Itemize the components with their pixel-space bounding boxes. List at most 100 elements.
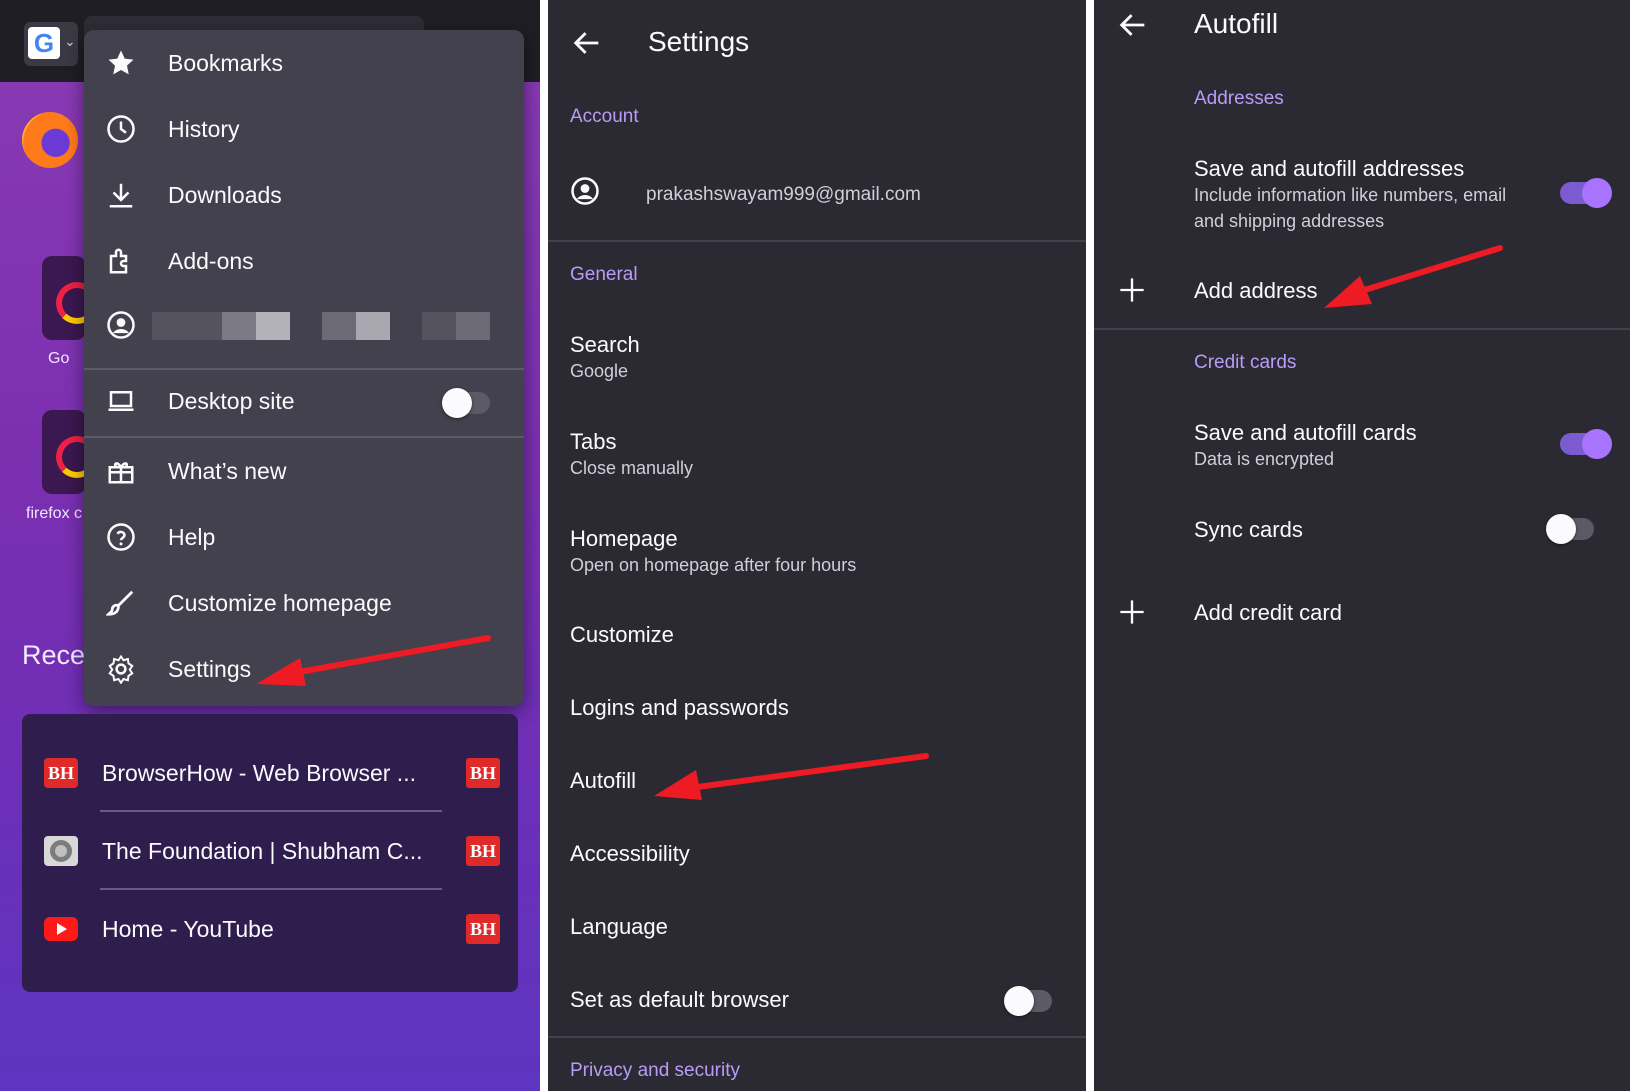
plus-icon	[1120, 600, 1144, 624]
google-icon: G	[28, 27, 60, 59]
autofill-panel: Autofill Addresses Save and autofill add…	[1094, 0, 1630, 1091]
back-arrow-icon[interactable]	[1116, 8, 1150, 42]
save-addresses-subtitle-line2: and shipping addresses	[1194, 211, 1385, 231]
menu-divider	[84, 436, 524, 438]
save-autofill-addresses[interactable]: Save and autofill addresses	[1194, 156, 1464, 182]
chevron-down-icon: ⌄	[64, 33, 76, 49]
add-credit-card-row[interactable]: Add credit card	[1094, 584, 1630, 644]
menu-item-label: Add-ons	[168, 248, 254, 274]
menu-item-history[interactable]: History	[84, 98, 524, 158]
section-divider	[1094, 328, 1630, 330]
search-engine-selector[interactable]: G ⌄	[24, 22, 78, 66]
menu-item-bookmarks[interactable]: Bookmarks	[84, 32, 524, 92]
laptop-icon	[108, 391, 134, 411]
section-header-credit-cards: Credit cards	[1194, 352, 1297, 373]
settings-item-tabs[interactable]: Tabs	[570, 429, 616, 455]
plus-icon	[1120, 278, 1144, 302]
recent-item-title: BrowserHow - Web Browser ...	[102, 760, 416, 786]
account-row[interactable]: prakashswayam999@gmail.com	[548, 160, 1086, 230]
gift-icon	[108, 462, 134, 484]
main-menu: Bookmarks History Downloads Add-ons Desk…	[84, 30, 524, 706]
browserhow-badge-icon: BH	[466, 758, 500, 788]
red-annotation-arrow	[256, 635, 491, 686]
menu-item-downloads[interactable]: Downloads	[84, 164, 524, 224]
back-arrow-icon[interactable]	[570, 26, 604, 60]
browserhow-badge-icon: BH	[466, 914, 500, 944]
clock-icon	[107, 115, 135, 143]
settings-item-subtitle: Google	[570, 361, 629, 381]
redacted-account-name	[152, 312, 494, 340]
settings-item-customize[interactable]: Customize	[570, 622, 674, 648]
recent-item-title: Home - YouTube	[102, 916, 274, 942]
add-credit-card-label: Add credit card	[1194, 600, 1342, 625]
account-email: prakashswayam999@gmail.com	[646, 184, 921, 205]
save-cards-toggle[interactable]	[1560, 429, 1612, 459]
page-title: Settings	[648, 26, 750, 57]
section-divider	[548, 1036, 1086, 1038]
settings-item-default-browser[interactable]: Set as default browser	[570, 987, 789, 1013]
sync-cards-toggle[interactable]	[1546, 514, 1594, 544]
firefox-logo-icon	[22, 112, 78, 168]
settings-item-homepage[interactable]: Homepage	[570, 526, 678, 552]
menu-item-account[interactable]	[84, 294, 524, 354]
desktop-site-toggle[interactable]	[442, 388, 490, 418]
section-divider	[548, 240, 1086, 242]
menu-item-label: Desktop site	[168, 388, 295, 414]
save-addresses-toggle[interactable]	[1560, 178, 1612, 208]
list-divider	[100, 810, 442, 812]
menu-item-label: Customize homepage	[168, 590, 392, 616]
top-site-shortcut-firefox[interactable]	[42, 410, 98, 494]
top-site-label: firefox c	[26, 505, 83, 522]
section-header-privacy: Privacy and security	[570, 1060, 741, 1081]
puzzle-icon	[109, 248, 128, 274]
menu-item-whats-new[interactable]: What’s new	[84, 440, 524, 500]
brush-icon	[106, 590, 134, 616]
menu-item-label: What’s new	[168, 458, 287, 484]
default-browser-toggle[interactable]	[1004, 986, 1052, 1016]
menu-item-label: Downloads	[168, 182, 282, 208]
settings-item-subtitle: Close manually	[570, 458, 694, 478]
red-annotation-arrow	[1324, 245, 1503, 308]
account-icon	[571, 177, 599, 205]
recent-item[interactable]: BH BrowserHow - Web Browser ... BH	[22, 738, 518, 810]
help-icon	[107, 523, 135, 551]
menu-item-label: History	[168, 116, 240, 142]
youtube-icon	[44, 917, 78, 941]
top-site-label: Go	[48, 350, 70, 367]
settings-item-language[interactable]: Language	[570, 914, 668, 940]
menu-item-label: Help	[168, 524, 216, 550]
recent-item[interactable]: The Foundation | Shubham C... BH	[22, 816, 518, 888]
download-icon	[109, 183, 133, 208]
section-header-addresses: Addresses	[1194, 88, 1284, 109]
recent-item[interactable]: Home - YouTube BH	[22, 894, 518, 966]
recent-item-title: The Foundation | Shubham C...	[102, 838, 423, 864]
browserhow-favicon-icon: BH	[44, 758, 78, 788]
recent-heading: Rece	[22, 640, 86, 670]
star-icon	[108, 50, 134, 75]
section-header-general: General	[570, 264, 638, 285]
add-address-label: Add address	[1194, 278, 1318, 303]
menu-item-addons[interactable]: Add-ons	[84, 230, 524, 290]
red-annotation-arrow	[654, 753, 929, 800]
save-cards-subtitle: Data is encrypted	[1194, 449, 1335, 469]
save-autofill-cards[interactable]: Save and autofill cards	[1194, 420, 1417, 446]
menu-item-label: Settings	[168, 656, 252, 682]
sync-cards[interactable]: Sync cards	[1194, 517, 1303, 543]
settings-item-accessibility[interactable]: Accessibility	[570, 841, 690, 867]
settings-item-subtitle: Open on homepage after four hours	[570, 555, 857, 575]
foundation-icon	[44, 836, 78, 866]
top-site-shortcut-google[interactable]	[42, 256, 98, 340]
settings-item-logins[interactable]: Logins and passwords	[570, 695, 789, 721]
page-title: Autofill	[1194, 8, 1279, 39]
menu-item-desktop-site[interactable]: Desktop site	[84, 370, 524, 430]
recent-tabs-card: BH BrowserHow - Web Browser ... BH The F…	[22, 714, 518, 992]
gear-icon	[108, 654, 134, 684]
save-addresses-subtitle-line1: Include information like numbers, email	[1194, 185, 1507, 205]
settings-item-search[interactable]: Search	[570, 332, 640, 358]
browserhow-badge-icon: BH	[466, 836, 500, 866]
settings-item-autofill[interactable]: Autofill	[570, 768, 636, 794]
list-divider	[100, 888, 442, 890]
account-icon	[107, 311, 135, 339]
menu-item-help[interactable]: Help	[84, 506, 524, 566]
menu-item-customize-homepage[interactable]: Customize homepage	[84, 572, 524, 632]
